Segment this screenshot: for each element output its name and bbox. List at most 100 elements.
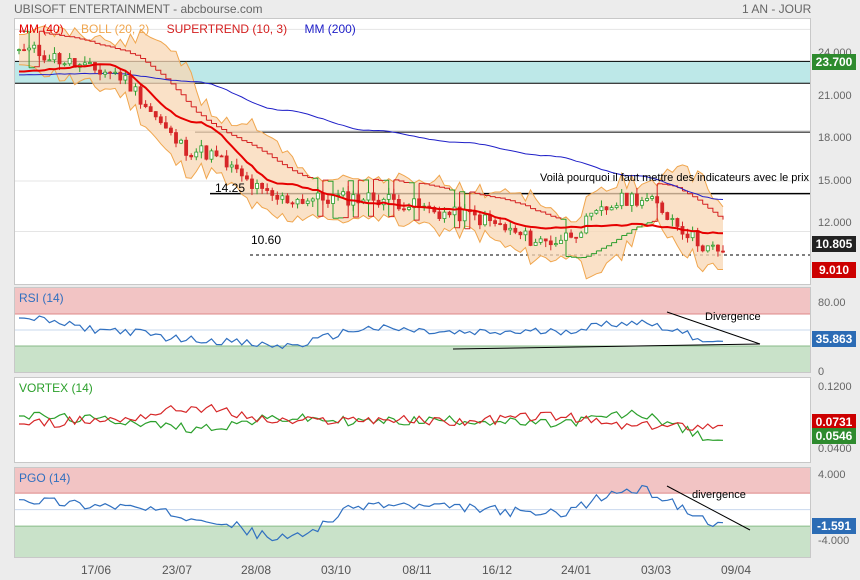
rsi-tick-0: 0 <box>818 366 825 378</box>
svg-rsi-overbought-zone <box>15 288 810 314</box>
candle-body <box>87 62 92 64</box>
x-tick-7: 24/01 <box>560 563 592 577</box>
level-high-label: 14.25 <box>215 181 246 195</box>
candle-body <box>462 209 467 222</box>
x-tick-9: 09/04 <box>720 563 752 577</box>
candle-body <box>553 243 558 246</box>
candle-body <box>310 198 315 202</box>
x-tick-8: 03/03 <box>640 563 672 577</box>
rsi-panel: RSI (14) <box>14 287 811 373</box>
candle-body <box>123 75 128 81</box>
x-tick-5: 08/11 <box>402 563 432 577</box>
candle-body <box>194 151 199 158</box>
candle-body <box>341 191 346 196</box>
svg-vortex-vi-line <box>19 403 723 431</box>
candle-body <box>402 208 406 211</box>
candle-body <box>472 211 477 216</box>
candle-body <box>594 210 599 214</box>
candle-body <box>153 111 158 118</box>
candle-body <box>229 164 234 168</box>
chart-title: UBISOFT ENTERTAINMENT - abcbourse.com <box>14 2 263 16</box>
candle-body <box>619 192 624 207</box>
candle-body <box>82 62 87 66</box>
candle-body <box>498 223 503 225</box>
pgo-legend[interactable]: PGO (14) <box>19 471 70 485</box>
candle-body <box>650 196 655 199</box>
legend-mm40[interactable]: MM (40) <box>19 22 64 36</box>
candle-body <box>52 53 57 61</box>
price-legend: MM (40) BOLL (20, 2) SUPERTREND (10, 3) … <box>19 22 370 36</box>
candle-body <box>67 58 72 65</box>
candle-body <box>32 44 37 49</box>
candle-body <box>574 236 579 239</box>
candle-body <box>442 211 447 219</box>
candle-body <box>503 224 508 231</box>
candle-body <box>518 231 523 236</box>
rsi-tick-80: 80.00 <box>818 297 846 309</box>
candle-body <box>255 182 259 189</box>
candle-body <box>371 192 376 201</box>
candle-body <box>559 239 563 244</box>
price-tick-12: 12.000 <box>818 217 852 229</box>
price-tick-21: 21.000 <box>818 90 852 102</box>
candle-body <box>493 220 497 224</box>
candle-body <box>710 244 715 247</box>
candle-body <box>295 198 300 205</box>
candle-body <box>260 182 265 189</box>
legend-supertrend[interactable]: SUPERTREND (10, 3) <box>167 22 287 36</box>
candle-body <box>22 49 26 52</box>
x-tick-2: 23/07 <box>161 563 193 577</box>
candle-body <box>62 63 67 66</box>
supertrend-segment <box>571 256 577 258</box>
vortex-panel: VORTEX (14) <box>14 377 811 463</box>
candle-body <box>655 196 660 204</box>
candle-body <box>163 122 168 129</box>
supertrend-segment <box>495 197 501 199</box>
candle-body <box>234 164 239 170</box>
candle-body <box>133 86 138 92</box>
candle-body <box>290 202 295 205</box>
candle-body <box>609 207 614 211</box>
candle-body <box>158 116 163 124</box>
candle-body <box>660 202 665 213</box>
candle-body <box>174 132 178 144</box>
candle-body <box>108 71 113 74</box>
rsi-divergence-label: Divergence <box>705 311 761 323</box>
price-last-badge: 10.805 <box>812 236 856 252</box>
candle-body <box>538 238 543 243</box>
x-tick-6: 16/12 <box>481 563 513 577</box>
candle-body <box>705 245 710 252</box>
supertrend-segment <box>419 182 425 184</box>
candle-body <box>275 194 280 200</box>
candle-body <box>37 44 42 57</box>
rsi-legend[interactable]: RSI (14) <box>19 291 64 305</box>
candle-body <box>675 218 680 227</box>
candle-body <box>477 214 482 226</box>
pgo-last-badge: -1.591 <box>812 518 856 534</box>
candle-body <box>143 103 148 108</box>
candle-body <box>391 194 396 200</box>
legend-boll[interactable]: BOLL (20, 2) <box>81 22 149 36</box>
legend-mm200[interactable]: MM (200) <box>304 22 355 36</box>
candle-body <box>452 206 457 216</box>
candle-body <box>280 195 285 200</box>
period-label[interactable]: 1 AN - JOUR <box>742 2 811 16</box>
candle-body <box>270 190 275 196</box>
candle-body <box>148 106 153 112</box>
candle-body <box>204 145 209 160</box>
candle-body <box>300 198 305 204</box>
candle-body <box>366 192 371 201</box>
candle-body <box>331 195 335 204</box>
vortex-legend[interactable]: VORTEX (14) <box>19 381 93 395</box>
candle-body <box>721 250 725 253</box>
candle-body <box>214 150 219 157</box>
candle-body <box>437 211 442 219</box>
candle-body <box>17 49 21 52</box>
candle-body <box>326 199 330 204</box>
candle-body <box>209 150 214 160</box>
candle-body <box>103 71 108 75</box>
candle-body <box>670 218 675 220</box>
pgo-panel: PGO (14) <box>14 467 811 558</box>
candle-body <box>346 191 351 206</box>
x-tick-3: 28/08 <box>240 563 272 577</box>
